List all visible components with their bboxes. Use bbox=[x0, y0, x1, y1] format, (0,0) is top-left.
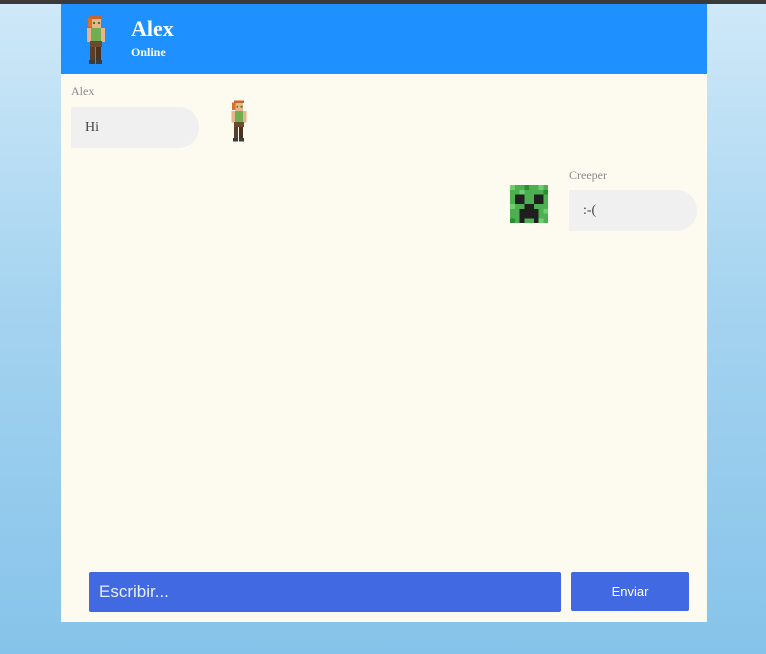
alex-avatar-icon bbox=[231, 100, 247, 142]
message-sender: Alex bbox=[71, 84, 95, 98]
message-bubble: Hi bbox=[71, 107, 199, 148]
alex-avatar-icon bbox=[87, 16, 105, 64]
send-button[interactable]: Enviar bbox=[571, 572, 689, 611]
chat-window: Alex Online Alex Hi Creeper:-(Escribir… bbox=[61, 4, 707, 622]
contact-status: Online bbox=[131, 45, 166, 59]
message-sender: Creeper bbox=[569, 168, 607, 182]
creeper-avatar-icon bbox=[510, 185, 548, 223]
contact-name: Alex bbox=[131, 16, 174, 41]
message-bubble: :-( bbox=[569, 190, 697, 231]
message-input[interactable] bbox=[89, 572, 561, 612]
chat-header: Alex Online bbox=[61, 4, 707, 74]
